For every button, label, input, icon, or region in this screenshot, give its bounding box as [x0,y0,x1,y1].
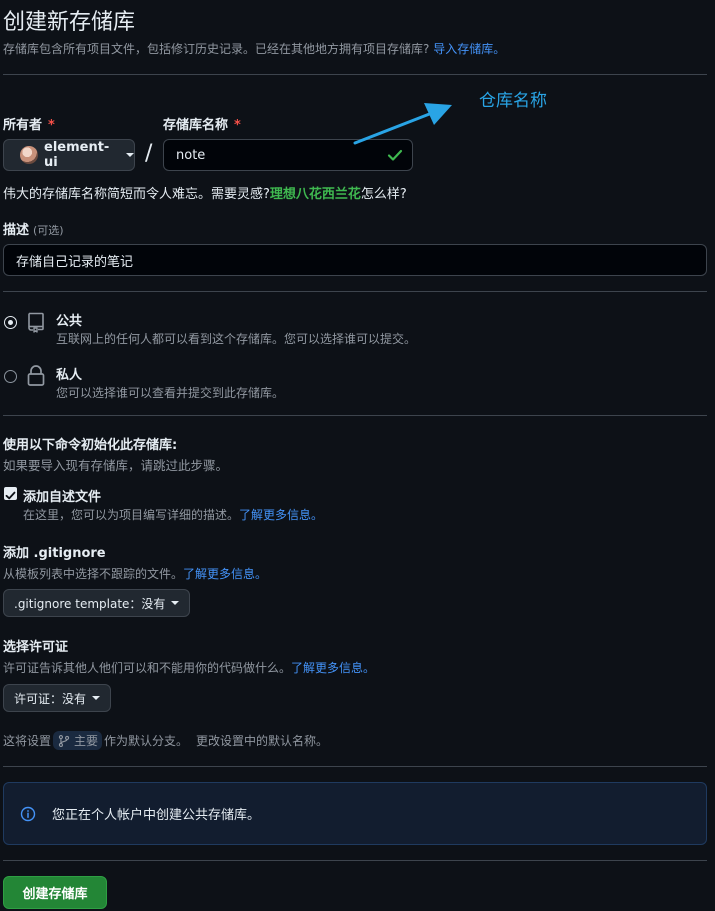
annotation-label: 仓库名称 [479,91,547,111]
page-subtitle: 存储库包含所有项目文件，包括修订历史记录。已经在其他地方拥有项目存储库? 导入存… [3,40,505,57]
divider [3,766,707,767]
avatar [20,146,38,164]
gitignore-desc: 从模板列表中选择不跟踪的文件。了解更多信息。 [3,565,267,582]
license-desc-text: 许可证告诉其他人他们可以和不能用你的代码做什么。 [3,661,292,675]
divider [3,415,707,416]
divider [3,291,707,292]
license-title: 选择许可证 [3,640,69,655]
gitignore-template-select[interactable]: .gitignore template：没有 [3,589,191,617]
divider [3,860,707,861]
readme-checkbox[interactable] [4,487,17,500]
description-label: 描述 (可选) [3,219,64,238]
hint-suffix: 怎么样? [360,187,407,202]
readme-desc-text: 在这里，您可以为项目编写详细的描述。 [23,508,240,522]
optional-tag: (可选) [33,224,64,237]
license-desc: 许可证告诉其他人他们可以和不能用你的代码做什么。了解更多信息。 [3,659,375,676]
owner-label-text: 所有者 [3,118,43,133]
caret-down-icon [171,601,180,605]
subtitle-text: 存储库包含所有项目文件，包括修订历史记录。已经在其他地方拥有项目存储库? [3,42,430,56]
readme-desc: 在这里，您可以为项目编写详细的描述。了解更多信息。 [23,506,323,523]
gitignore-learn-more-link[interactable]: 了解更多信息。 [183,567,267,581]
gitignore-template-value: .gitignore template：没有 [14,596,166,611]
init-title: 使用以下命令初始化此存储库: [3,438,178,453]
info-icon [20,806,36,821]
visibility-public-title: 公共 [56,314,83,329]
branch-middle: 作为默认分支。 [104,734,189,748]
repo-icon [28,312,44,333]
visibility-private-title: 私人 [56,368,83,383]
annotation-arrow-icon [353,103,452,145]
description-label-text: 描述 [3,223,30,238]
visibility-public-desc: 互联网上的任何人都可以看到这个存储库。您可以选择谁可以提交。 [56,332,417,346]
visibility-private-desc: 您可以选择谁可以查看并提交到此存储库。 [56,386,285,400]
name-suggestion-link[interactable]: 理想八花西兰花 [270,187,361,202]
divider [3,74,707,75]
default-branch-note: 这将设置 主要 作为默认分支。 更改设置中的默认名称。 [3,731,328,750]
license-select[interactable]: 许可证：没有 [3,684,112,712]
repo-name-hint: 伟大的存储库名称简短而令人难忘。需要灵感?理想八花西兰花怎么样? [3,183,407,202]
required-mark: * [234,118,241,133]
repo-name-label: 存储库名称 * [163,114,241,133]
owner-label: 所有者 * [3,114,55,133]
branch-name: 主要 [74,734,99,748]
branch-suffix: 更改设置中的默认名称。 [196,734,329,748]
gitignore-title: 添加 .gitignore [3,546,106,561]
create-repo-page: 创建新存储库 存储库包含所有项目文件，包括修订历史记录。已经在其他地方拥有项目存… [0,0,715,911]
owner-repo-separator: / [145,141,153,166]
visibility-public-radio[interactable] [4,316,17,329]
branch-pill: 主要 [53,731,103,750]
license-learn-more-link[interactable]: 了解更多信息。 [291,661,375,675]
info-text: 您正在个人帐户中创建公共存储库。 [52,808,261,823]
repo-name-label-text: 存储库名称 [163,118,229,133]
hint-prefix: 伟大的存储库名称简短而令人难忘。需要灵感? [3,187,270,202]
owner-value: element-ui [44,140,110,170]
gitignore-desc-text: 从模板列表中选择不跟踪的文件。 [3,567,184,581]
license-value: 许可证：没有 [14,691,87,706]
init-subtitle: 如果要导入现有存储库，请跳过此步骤。 [3,458,229,473]
import-repo-link[interactable]: 导入存储库。 [433,42,505,56]
create-repository-button[interactable]: 创建存储库 [3,876,107,909]
description-input[interactable] [3,244,707,276]
visibility-private-radio[interactable] [4,370,17,383]
required-mark: * [48,118,55,133]
caret-down-icon [92,696,101,700]
page-title: 创建新存储库 [3,10,136,35]
info-banner: 您正在个人帐户中创建公共存储库。 [3,782,707,845]
checkmark-icon [5,491,16,500]
git-branch-icon [58,734,70,747]
readme-label[interactable]: 添加自述文件 [23,486,101,505]
branch-prefix: 这将设置 [3,734,52,748]
owner-select-button[interactable]: element-ui [3,139,135,171]
lock-icon [27,365,45,386]
caret-down-icon [126,153,134,157]
readme-learn-more-link[interactable]: 了解更多信息。 [239,508,323,522]
